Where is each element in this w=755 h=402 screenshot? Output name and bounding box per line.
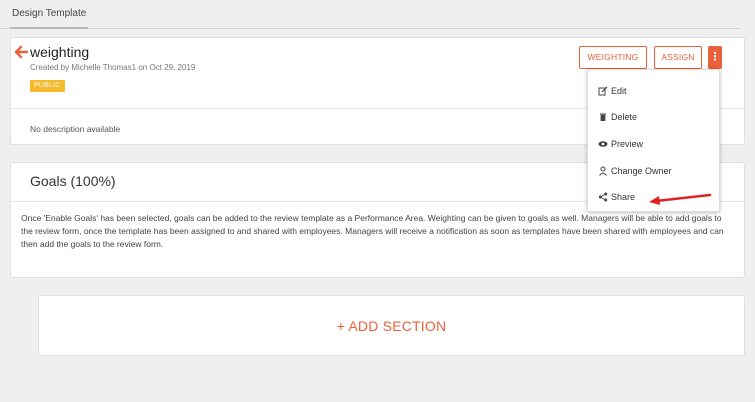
menu-item-label: Share [611,192,636,202]
menu-item-label: Delete [611,112,638,122]
options-dropdown-menu: Edit Delete Preview Change Owner Share [587,69,720,212]
template-meta: Created by Michelle Thomas1 on Oct 29, 2… [30,63,196,72]
add-section-card[interactable]: + ADD SECTION [38,295,745,356]
share-icon [598,192,608,202]
assign-button[interactable]: ASSIGN [654,46,702,69]
back-arrow-icon[interactable] [14,45,28,59]
menu-item-share[interactable]: Share [598,190,635,204]
edit-icon [598,86,608,96]
menu-item-label: Change Owner [611,166,672,176]
user-icon [598,166,608,176]
menu-item-delete[interactable]: Delete [598,110,637,124]
status-badge: PUBLIC [30,80,65,92]
menu-item-change-owner[interactable]: Change Owner [598,164,672,178]
tab-design-template[interactable]: Design Template [10,8,89,29]
template-description: No description available [30,124,121,134]
menu-item-label: Edit [611,86,627,96]
tab-bar: Design Template [0,0,740,29]
more-options-button[interactable]: ⋮ [708,46,722,69]
add-section-button[interactable]: + ADD SECTION [39,296,744,355]
menu-item-preview[interactable]: Preview [598,137,643,151]
annotation-arrow-icon [649,193,712,205]
menu-item-label: Preview [611,139,644,149]
goals-title: Goals (100%) [30,173,116,189]
eye-icon [598,139,608,149]
template-title: weighting [30,44,90,60]
menu-item-edit[interactable]: Edit [598,84,627,98]
goals-description: Once 'Enable Goals' has been selected, g… [21,213,724,249]
trash-icon [598,112,608,122]
weighting-button[interactable]: WEIGHTING [579,46,647,69]
